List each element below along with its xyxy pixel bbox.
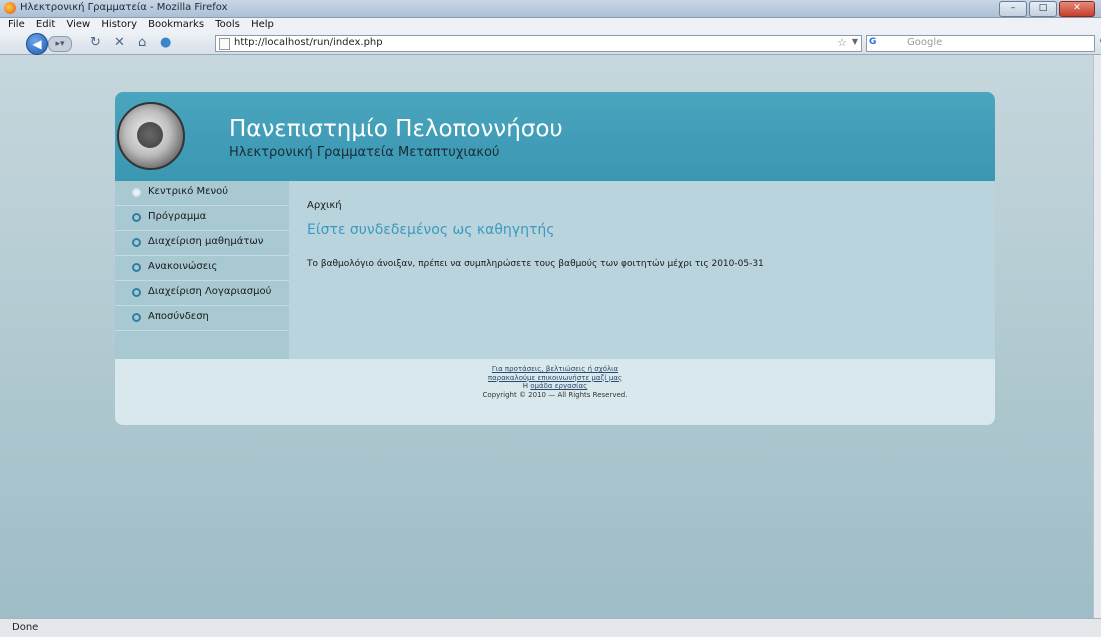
status-text: Done <box>12 622 39 633</box>
window-titlebar: Ηλεκτρονική Γραμματεία - Mozilla Firefox… <box>0 0 1101 18</box>
sidebar-item-course-management[interactable]: Διαχείριση μαθημάτων <box>115 231 289 256</box>
sidebar-item-account-management[interactable]: Διαχείριση Λογαριασμού <box>115 281 289 306</box>
university-name: Πανεπιστημίο Πελοποννήσου <box>229 116 563 142</box>
menu-tools[interactable]: Tools <box>215 18 240 32</box>
forward-arrow-icon[interactable]: ▸▾ <box>48 36 72 52</box>
sidebar-item-label: Διαχείριση μαθημάτων <box>148 236 264 247</box>
menu-edit[interactable]: Edit <box>36 18 55 32</box>
back-arrow-icon[interactable]: ◀ <box>26 33 48 55</box>
bullet-icon <box>132 188 141 197</box>
sidebar-item-label: Κεντρικό Μενού <box>148 186 229 197</box>
sidebar-item-main-menu[interactable]: Κεντρικό Μενού <box>115 181 289 206</box>
bullet-icon <box>132 213 141 222</box>
firefox-icon <box>4 2 16 14</box>
maximize-button[interactable]: □ <box>1029 1 1057 17</box>
sidebar-item-label: Πρόγραμμα <box>148 211 207 222</box>
site-footer: Για προτάσεις, βελτιώσεις ή σχόλια παρακ… <box>115 359 995 425</box>
bookmark-star-icon[interactable]: ☆ <box>837 36 847 49</box>
bullet-icon <box>132 313 141 322</box>
window-controls: – □ ✕ <box>999 1 1095 17</box>
close-button[interactable]: ✕ <box>1059 1 1095 17</box>
sidebar-item-logout[interactable]: Αποσύνδεση <box>115 306 289 331</box>
sidebar-item-label: Διαχείριση Λογαριασμού <box>148 286 272 297</box>
copyright: Copyright © 2010 — All Rights Reserved. <box>482 390 628 399</box>
bullet-icon <box>132 238 141 247</box>
sidebar-item-label: Ανακοινώσεις <box>148 261 218 272</box>
navigation-toolbar: ◀ ▸▾ ↻ ✕ ⌂ ● http://localhost/run/index.… <box>0 32 1101 55</box>
menu-history[interactable]: History <box>101 18 137 32</box>
menu-file[interactable]: File <box>8 18 25 32</box>
site-header: Πανεπιστημίο Πελοποννήσου Ηλεκτρονική Γρ… <box>115 92 995 181</box>
home-icon[interactable]: ⌂ <box>138 35 146 51</box>
minimize-button[interactable]: – <box>999 1 1027 17</box>
contact-link[interactable]: παρακαλούμε επικοινωνήστε μαζί μας <box>488 374 622 382</box>
url-field[interactable]: http://localhost/run/index.php ☆ ▼ <box>215 35 862 52</box>
main-content: Αρχική Είστε συνδεδεμένος ως καθηγητής Τ… <box>289 181 995 359</box>
menu-help[interactable]: Help <box>251 18 274 32</box>
google-icon[interactable]: G <box>869 37 883 49</box>
window-title: Ηλεκτρονική Γραμματεία - Mozilla Firefox <box>20 2 228 13</box>
sidebar-item-label: Αποσύνδεση <box>148 311 209 322</box>
vertical-scrollbar[interactable] <box>1093 55 1101 618</box>
url-dropdown-icon[interactable]: ▼ <box>852 37 858 46</box>
page-icon <box>219 38 230 50</box>
menu-bookmarks[interactable]: Bookmarks <box>148 18 204 32</box>
grading-notice: Το βαθμολόγιο άνοιξαν, πρέπει να συμπληρ… <box>307 259 764 269</box>
stop-icon[interactable]: ✕ <box>114 35 125 51</box>
site-container: Πανεπιστημίο Πελοποννήσου Ηλεκτρονική Γρ… <box>115 92 995 425</box>
search-field[interactable]: G Google ⚲ <box>866 35 1101 52</box>
sidebar-item-schedule[interactable]: Πρόγραμμα <box>115 206 289 231</box>
sidebar-menu: Κεντρικό Μενού Πρόγραμμα Διαχείριση μαθη… <box>115 181 289 359</box>
sidebar-item-announcements[interactable]: Ανακοινώσεις <box>115 256 289 281</box>
team-line: Η ομάδα εργασίας <box>115 382 995 391</box>
bookmark-cloud-icon[interactable]: ● <box>160 35 171 51</box>
login-status: Είστε συνδεδεμένος ως καθηγητής <box>307 222 555 238</box>
menu-view[interactable]: View <box>66 18 90 32</box>
reload-icon[interactable]: ↻ <box>90 35 101 51</box>
site-subtitle: Ηλεκτρονική Γραμματεία Μεταπτυχιακού <box>229 145 500 160</box>
url-text: http://localhost/run/index.php <box>234 37 383 48</box>
status-bar: Done <box>0 618 1101 637</box>
menubar: File Edit View History Bookmarks Tools H… <box>0 18 1101 32</box>
bullet-icon <box>132 288 141 297</box>
breadcrumb: Αρχική <box>307 200 342 211</box>
team-link[interactable]: ομάδα εργασίας <box>530 382 587 390</box>
feedback-link[interactable]: Για προτάσεις, βελτιώσεις ή σχόλια <box>492 365 618 373</box>
university-logo-icon <box>117 102 185 170</box>
search-placeholder: Google <box>907 37 943 48</box>
bullet-icon <box>132 263 141 272</box>
